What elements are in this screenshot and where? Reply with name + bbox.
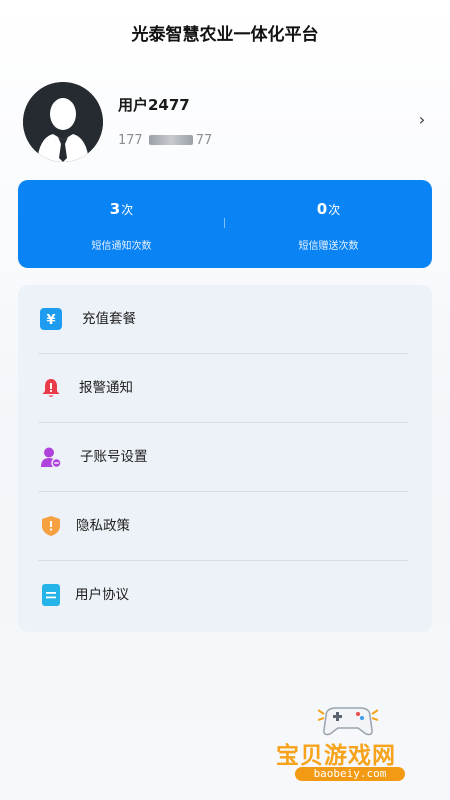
sms-notify-stat[interactable]: 3次 短信通知次数 [18, 180, 225, 268]
page-title: 光泰智慧农业一体化平台 [131, 25, 319, 45]
menu-item-label: 用户协议 [75, 587, 129, 603]
document-icon [40, 584, 62, 606]
sms-notify-label: 短信通知次数 [91, 241, 152, 252]
sub-account-icon [40, 446, 62, 469]
yuan-icon: ¥ [40, 308, 62, 330]
phone-number: 177 77 [118, 133, 213, 148]
sms-gift-value-line: 0次 [225, 200, 432, 218]
sms-notify-unit: 次 [121, 203, 134, 217]
phone-prefix: 177 [118, 133, 143, 148]
phone-mask [148, 135, 193, 145]
sms-gift-value: 0 [316, 200, 328, 218]
alarm-bell-icon [40, 377, 62, 399]
sms-gift-label: 短信赠送次数 [298, 241, 359, 252]
menu-item-label: 报警通知 [79, 380, 133, 396]
menu-item-agreement[interactable]: 用户协议 [18, 561, 432, 630]
menu-item-privacy[interactable]: 隐私政策 [18, 492, 432, 561]
sms-stats-card: 3次 短信通知次数 0次 短信赠送次数 [18, 180, 432, 268]
sms-notify-value-line: 3次 [18, 200, 225, 218]
user-avatar-icon[interactable] [23, 82, 103, 162]
username: 用户2477 [118, 96, 190, 114]
profile-header[interactable]: 用户2477 177 77 › [0, 78, 450, 168]
watermark-logo: 宝贝游戏网 baobeiy.com [270, 700, 430, 792]
chevron-right-icon[interactable]: › [414, 110, 430, 130]
menu-item-alarm[interactable]: 报警通知 [18, 354, 432, 423]
sms-notify-value: 3 [109, 200, 121, 218]
menu-item-label: 充值套餐 [82, 311, 136, 327]
shield-icon [40, 515, 62, 537]
watermark-title: 宝贝游戏网 [276, 743, 396, 769]
sms-gift-stat[interactable]: 0次 短信赠送次数 [225, 180, 432, 268]
svg-text:¥: ¥ [46, 313, 55, 328]
gamepad-icon [318, 707, 378, 736]
menu-item-label: 隐私政策 [76, 518, 130, 534]
watermark-url: baobeiy.com [295, 767, 405, 781]
sms-gift-unit: 次 [328, 203, 341, 217]
phone-suffix: 77 [195, 133, 213, 148]
menu-item-sub-account[interactable]: 子账号设置 [18, 423, 432, 492]
menu-item-recharge[interactable]: ¥ 充值套餐 [18, 285, 432, 354]
settings-menu: ¥ 充值套餐 报警通知 子账号设置 隐私政策 用户协议 [18, 285, 432, 632]
menu-item-label: 子账号设置 [80, 449, 148, 465]
